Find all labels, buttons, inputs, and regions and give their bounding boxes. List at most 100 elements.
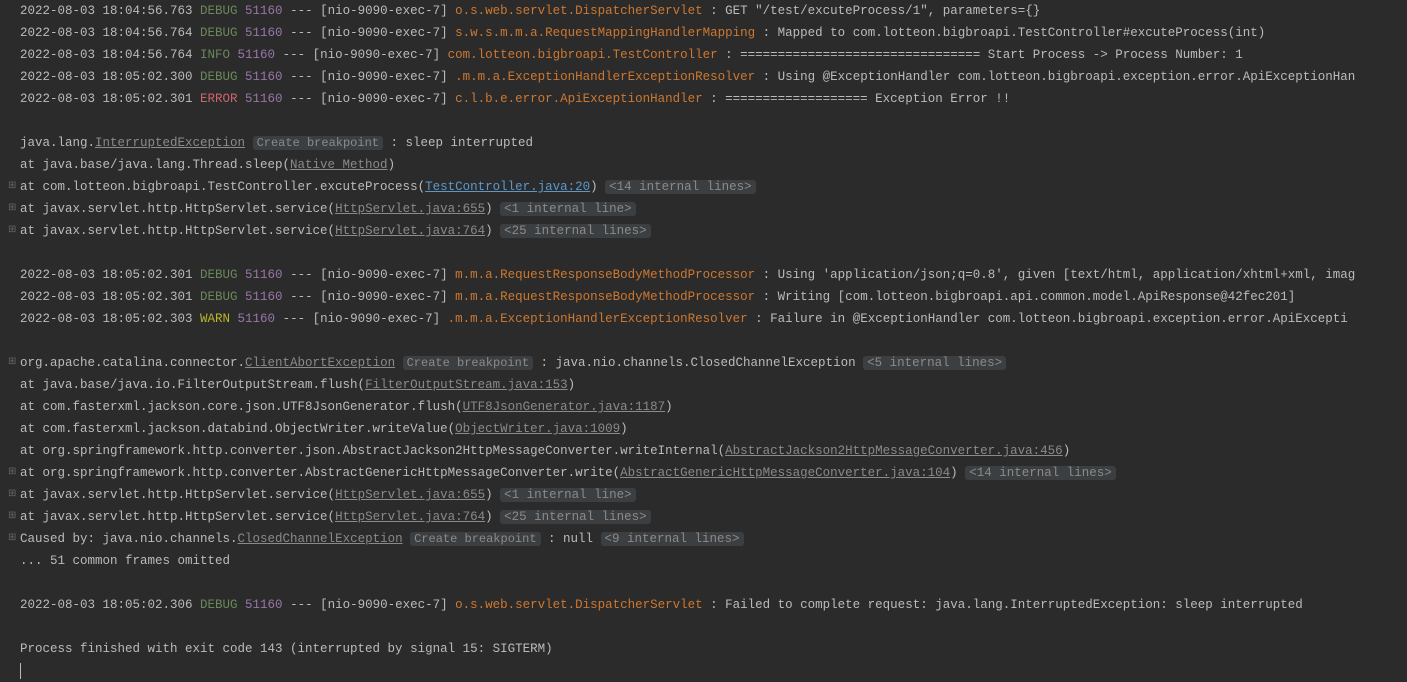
create-breakpoint-button[interactable]: Create breakpoint (410, 532, 540, 546)
log-line: 2022-08-03 18:05:02.301 ERROR 51160 --- … (8, 88, 1407, 110)
thread: [nio-9090-exec-7] (313, 312, 448, 326)
source-link[interactable]: ObjectWriter.java:1009 (455, 422, 620, 436)
pid: 51160 (230, 312, 275, 326)
stack-frame: at java.base/java.lang.Thread.sleep( (20, 158, 290, 172)
logger-name: c.l.b.e.error.ApiExceptionHandler (455, 92, 710, 106)
create-breakpoint-button[interactable]: Create breakpoint (253, 136, 383, 150)
timestamp: 2022-08-03 18:05:02.303 (20, 312, 200, 326)
expand-gutter-icon[interactable]: ⊞ (8, 352, 18, 374)
log-line: 2022-08-03 18:05:02.301 DEBUG 51160 --- … (8, 286, 1407, 308)
exception-class[interactable]: InterruptedException (95, 136, 245, 150)
log-line: at java.base/java.io.FilterOutputStream.… (8, 374, 1407, 396)
log-line: ⊞ at org.springframework.http.converter.… (8, 462, 1407, 484)
timestamp: 2022-08-03 18:05:02.301 (20, 92, 200, 106)
timestamp: 2022-08-03 18:04:56.764 (20, 48, 200, 62)
logger-name: m.m.a.RequestResponseBodyMethodProcessor (455, 268, 755, 282)
source-link[interactable]: AbstractJackson2HttpMessageConverter.jav… (725, 444, 1063, 458)
log-line: 2022-08-03 18:05:02.300 DEBUG 51160 --- … (8, 66, 1407, 88)
source-link[interactable]: HttpServlet.java:764 (335, 224, 485, 238)
log-level: WARN (200, 312, 230, 326)
log-line: 2022-08-03 18:04:56.764 DEBUG 51160 --- … (8, 22, 1407, 44)
log-line: ⊞ at javax.servlet.http.HttpServlet.serv… (8, 484, 1407, 506)
log-line: 2022-08-03 18:05:02.301 DEBUG 51160 --- … (8, 264, 1407, 286)
log-level: DEBUG (200, 4, 238, 18)
thread: [nio-9090-exec-7] (320, 290, 455, 304)
folded-lines[interactable]: <25 internal lines> (500, 510, 651, 524)
log-message: : Mapped to com.lotteon.bigbroapi.TestCo… (755, 26, 1265, 40)
log-line (8, 330, 1407, 352)
expand-gutter-icon[interactable]: ⊞ (8, 528, 18, 550)
folded-lines[interactable]: <1 internal line> (500, 202, 636, 216)
log-line: ⊞org.apache.catalina.connector.ClientAbo… (8, 352, 1407, 374)
log-level: DEBUG (200, 26, 238, 40)
pid: 51160 (230, 48, 275, 62)
log-message: : Writing [com.lotteon.bigbroapi.api.com… (755, 290, 1295, 304)
pid: 51160 (238, 268, 283, 282)
folded-lines[interactable]: <14 internal lines> (605, 180, 756, 194)
source-link[interactable]: HttpServlet.java:655 (335, 488, 485, 502)
exception-message: : java.nio.channels.ClosedChannelExcepti… (533, 356, 863, 370)
exception-class[interactable]: ClientAbortException (245, 356, 395, 370)
log-line: Process finished with exit code 143 (int… (8, 638, 1407, 660)
logger-name: o.s.web.servlet.DispatcherServlet (455, 598, 710, 612)
folded-lines[interactable]: <14 internal lines> (965, 466, 1116, 480)
folded-lines[interactable]: <5 internal lines> (863, 356, 1006, 370)
log-line (8, 616, 1407, 638)
log-line: 2022-08-03 18:04:56.763 DEBUG 51160 --- … (8, 0, 1407, 22)
folded-lines[interactable]: <9 internal lines> (601, 532, 744, 546)
timestamp: 2022-08-03 18:04:56.764 (20, 26, 200, 40)
log-message: : GET "/test/excuteProcess/1", parameter… (710, 4, 1040, 18)
logger-name: .m.m.a.ExceptionHandlerExceptionResolver (455, 70, 755, 84)
separator: --- (283, 4, 321, 18)
log-line: 2022-08-03 18:05:02.306 DEBUG 51160 --- … (8, 594, 1407, 616)
expand-gutter-icon[interactable]: ⊞ (8, 462, 18, 484)
folded-lines[interactable]: <1 internal line> (500, 488, 636, 502)
pid: 51160 (238, 290, 283, 304)
pid: 51160 (238, 26, 283, 40)
pid: 51160 (238, 70, 283, 84)
log-line (8, 572, 1407, 594)
log-line: at com.fasterxml.jackson.core.json.UTF8J… (8, 396, 1407, 418)
native-method: Native Method (290, 158, 388, 172)
log-message: : =================== Exception Error !! (710, 92, 1010, 106)
expand-gutter-icon[interactable]: ⊞ (8, 484, 18, 506)
source-link[interactable]: HttpServlet.java:764 (335, 510, 485, 524)
expand-gutter-icon[interactable]: ⊞ (8, 220, 18, 242)
stack-frame: at javax.servlet.http.HttpServlet.servic… (20, 510, 335, 524)
timestamp: 2022-08-03 18:05:02.301 (20, 290, 200, 304)
log-line: java.lang.InterruptedException Create br… (8, 132, 1407, 154)
timestamp: 2022-08-03 18:05:02.301 (20, 268, 200, 282)
log-line: ⊞ at javax.servlet.http.HttpServlet.serv… (8, 506, 1407, 528)
stack-frame: at com.fasterxml.jackson.core.json.UTF8J… (20, 400, 463, 414)
log-message: : Failed to complete request: java.lang.… (710, 598, 1303, 612)
logger-name: .m.m.a.ExceptionHandlerExceptionResolver (448, 312, 748, 326)
expand-gutter-icon[interactable]: ⊞ (8, 176, 18, 198)
logger-name: s.w.s.m.m.a.RequestMappingHandlerMapping (455, 26, 755, 40)
source-link[interactable]: UTF8JsonGenerator.java:1187 (463, 400, 666, 414)
stack-frame: at java.base/java.io.FilterOutputStream.… (20, 378, 365, 392)
expand-gutter-icon[interactable]: ⊞ (8, 198, 18, 220)
log-level: DEBUG (200, 70, 238, 84)
folded-lines[interactable]: <25 internal lines> (500, 224, 651, 238)
log-level: DEBUG (200, 598, 238, 612)
source-link[interactable]: HttpServlet.java:655 (335, 202, 485, 216)
exception-prefix: java.lang. (20, 136, 95, 150)
create-breakpoint-button[interactable]: Create breakpoint (403, 356, 533, 370)
log-line: 2022-08-03 18:04:56.764 INFO 51160 --- [… (8, 44, 1407, 66)
expand-gutter-icon[interactable]: ⊞ (8, 506, 18, 528)
timestamp: 2022-08-03 18:05:02.306 (20, 598, 200, 612)
log-line (8, 660, 1407, 682)
log-message: : Using @ExceptionHandler com.lotteon.bi… (755, 70, 1355, 84)
source-link[interactable]: TestController.java:20 (425, 180, 590, 194)
log-message: : Failure in @ExceptionHandler com.lotte… (748, 312, 1348, 326)
log-line: at org.springframework.http.converter.js… (8, 440, 1407, 462)
source-link[interactable]: AbstractGenericHttpMessageConverter.java… (620, 466, 950, 480)
log-level: ERROR (200, 92, 238, 106)
log-level: DEBUG (200, 268, 238, 282)
stack-frame: at javax.servlet.http.HttpServlet.servic… (20, 488, 335, 502)
stack-frame: at javax.servlet.http.HttpServlet.servic… (20, 202, 335, 216)
source-link[interactable]: FilterOutputStream.java:153 (365, 378, 568, 392)
exception-message: : sleep interrupted (383, 136, 533, 150)
logger-name: m.m.a.RequestResponseBodyMethodProcessor (455, 290, 755, 304)
exception-class[interactable]: ClosedChannelException (238, 532, 403, 546)
